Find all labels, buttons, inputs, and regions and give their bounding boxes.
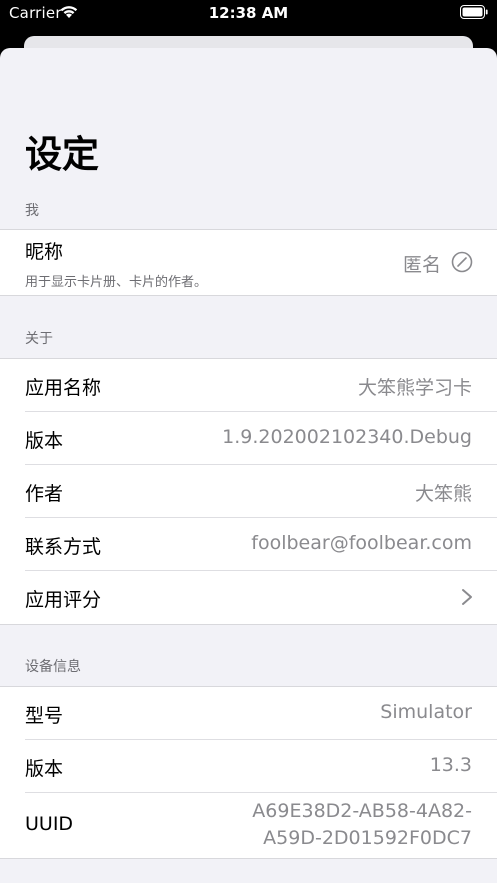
status-bar: Carrier 12:38 AM [0,0,497,26]
model-label: 型号 [25,705,64,727]
row-app-name: 应用名称 大笨熊学习卡 [0,359,497,412]
chevron-right-icon [462,589,472,605]
row-os-version: 版本 13.3 [0,740,497,793]
page-title: 设定 [25,133,99,176]
row-rate-app[interactable]: 应用评分 [0,571,497,624]
contact-label: 联系方式 [25,536,102,558]
os-version-value: 13.3 [429,754,472,776]
os-version-label: 版本 [25,758,64,780]
group-about: 应用名称 大笨熊学习卡 版本 1.9.202002102340.Debug 作者… [0,358,497,625]
row-contact[interactable]: 联系方式 foolbear@foolbear.com [0,518,497,571]
edit-icon[interactable] [451,251,473,273]
nickname-label: 昵称 [25,241,64,263]
settings-sheet: 设定 我 昵称 用于显示卡片册、卡片的作者。 匿名 关于 应用名称 大笨熊学习卡… [0,48,497,883]
version-label: 版本 [25,430,64,452]
app-name-label: 应用名称 [25,377,102,399]
rate-app-label: 应用评分 [25,589,102,611]
section-header-me: 我 [25,203,39,219]
uuid-label: UUID [25,813,74,835]
row-nickname[interactable]: 昵称 用于显示卡片册、卡片的作者。 匿名 [0,230,497,295]
section-header-about: 关于 [25,331,53,347]
row-uuid: UUID A69E38D2-AB58-4A82- A59D-2D01592F0D… [0,793,497,858]
row-version: 版本 1.9.202002102340.Debug [0,412,497,465]
section-header-device: 设备信息 [25,659,81,675]
battery-icon [460,5,488,19]
app-name-value: 大笨熊学习卡 [357,377,472,399]
row-author: 作者 大笨熊 [0,465,497,518]
row-model: 型号 Simulator [0,687,497,740]
author-label: 作者 [25,483,64,505]
nickname-value: 匿名 [402,254,441,276]
version-value: 1.9.202002102340.Debug [222,426,472,448]
group-me: 昵称 用于显示卡片册、卡片的作者。 匿名 [0,229,497,296]
nickname-subtitle: 用于显示卡片册、卡片的作者。 [25,275,208,290]
author-value: 大笨熊 [414,483,472,505]
contact-value[interactable]: foolbear@foolbear.com [251,532,472,554]
model-value: Simulator [380,701,472,723]
status-time: 12:38 AM [208,4,289,22]
uuid-value-line2: A59D-2D01592F0DC7 [263,827,472,849]
uuid-value-line1: A69E38D2-AB58-4A82- [252,800,472,822]
group-device: 型号 Simulator 版本 13.3 UUID A69E38D2-AB58-… [0,686,497,859]
